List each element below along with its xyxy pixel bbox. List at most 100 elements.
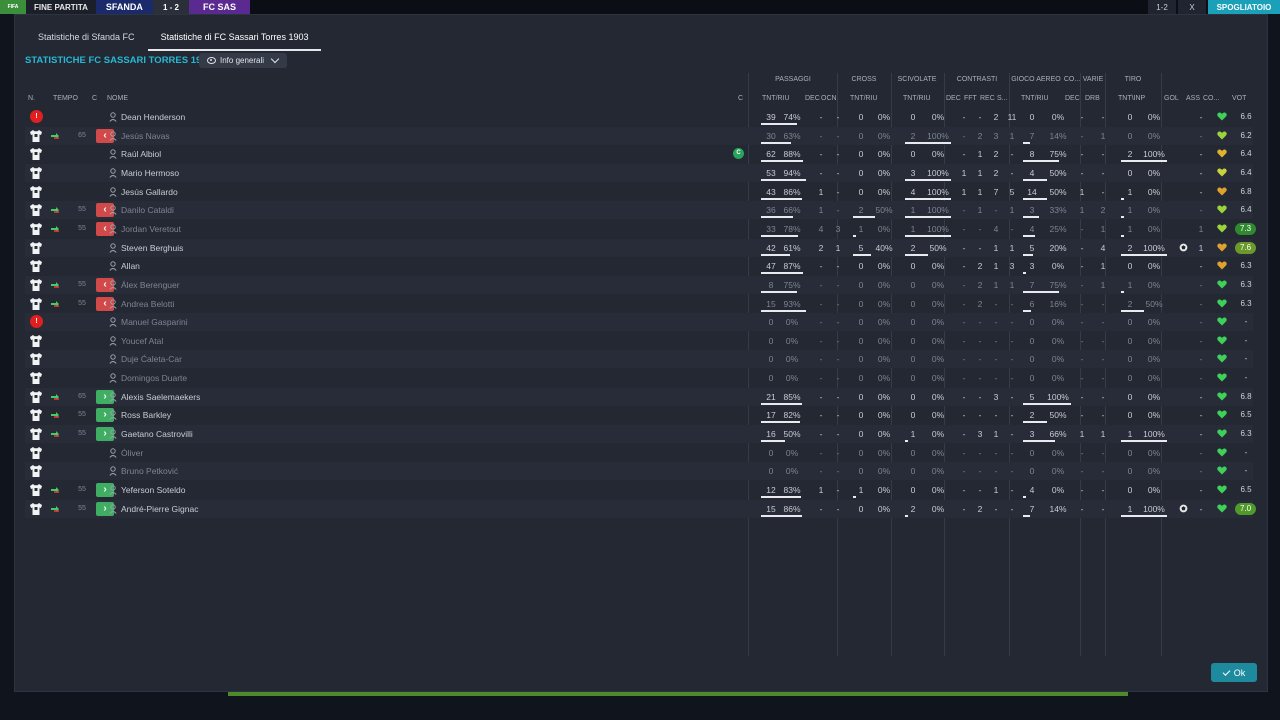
header-con-rec[interactable]: REC [980, 95, 995, 102]
score-mini-button[interactable]: 1-2 [1148, 0, 1176, 14]
tab-sfanda-stats[interactable]: Statistiche di Sfanda FC [25, 25, 148, 51]
player-name[interactable]: Domingos Duarte [121, 369, 421, 387]
tackle-ratio: 0% [931, 298, 945, 309]
header-c2: C [738, 95, 744, 102]
header-con-dec[interactable]: DEC [946, 95, 961, 102]
table-row[interactable]: Duje Ćaleta-Car 0 0% - - 0 0% 0 0% - - - - 0 0% - - 0 0% - - [25, 350, 1253, 369]
shot-attempts: 0 [1127, 373, 1133, 384]
header-gol[interactable]: GOL [1164, 95, 1179, 102]
cross-attempts: 0 [858, 447, 864, 458]
table-row[interactable]: › 55 Ross Barkley 17 82% - -0 0% 0 0% - - - -2 50% - -0 0… [25, 406, 1253, 424]
player-name[interactable]: André-Pierre Gignac [121, 500, 421, 518]
player-name[interactable]: Raúl Albiol [121, 145, 421, 163]
header-co-dec[interactable]: DEC [1065, 95, 1080, 102]
shirt-icon [29, 203, 43, 217]
table-row[interactable]: › 55 André-Pierre Gignac 15 86% - -0 0% 2 0% -2- -7… [25, 499, 1257, 518]
close-mini-button[interactable]: X [1178, 0, 1206, 14]
person-icon [109, 280, 117, 290]
shot-ratio: 0% [1147, 466, 1161, 477]
table-row[interactable]: Youcef Atal 0 0% - - 0 0% 0 0% - - - - 0 0% - - 0 0% - - [25, 332, 1253, 350]
shirt-icon [29, 390, 43, 404]
table-row[interactable]: › 55 Yeferson Soteldo 12 83% 1-1 0% 0 0% - -1-4 0% -… [25, 481, 1253, 499]
header-con-fft[interactable]: FFT [964, 95, 977, 102]
duel-rec: 1 [993, 429, 999, 440]
player-name[interactable]: Andrea Belotti [121, 295, 421, 313]
player-name[interactable]: Óliver [121, 444, 421, 462]
group-varie: VARIE [1082, 76, 1104, 83]
player-name[interactable]: Ross Barkley [121, 406, 421, 424]
header-ass[interactable]: ASS [1186, 95, 1200, 102]
player-name[interactable]: Álex Berenguer [121, 276, 421, 294]
cross-attempts: 0 [858, 373, 864, 384]
table-row[interactable]: ‹ 65 Jesús Navas 30 63% - -0 0% 2 100% -2 3 1 7 14% -1 0… [25, 126, 1253, 145]
header-aereo-tnt[interactable]: TNT/RIU [1021, 95, 1049, 102]
player-name[interactable]: Gaetano Castrovilli [121, 425, 421, 443]
duel-fft: 1 [977, 186, 983, 197]
duel-fft: - [978, 447, 982, 458]
player-name[interactable]: Jesús Gallardo [121, 183, 421, 201]
header-nome[interactable]: NOME [107, 95, 128, 102]
table-row[interactable]: Mario Hermoso 53 94% - -0 0% 3 100% 1 1 2-4 50% - -0 0… [25, 163, 1253, 182]
co-dec: - [1080, 112, 1084, 122]
header-varie-drb[interactable]: DRB [1085, 95, 1100, 102]
table-row[interactable]: › 65 Alexis Saelemaekers 21 85% - -0 0% 0 0% - -3-5… [25, 387, 1253, 406]
cross-ratio: 0% [877, 112, 891, 122]
player-name[interactable]: Mario Hermoso [121, 164, 421, 182]
header-con-s[interactable]: S... [997, 95, 1008, 102]
table-row[interactable]: Jesús Gallardo 43 86% 1-0 0% 4 100% 1 1 7 5 14 50% 1-… [25, 183, 1253, 201]
table-row[interactable]: Raúl Albiol C 62 88% - -0 0% 0 0% -1 2-8 75% - -2 100%… [25, 145, 1253, 163]
dribbles: 1 [1100, 130, 1106, 141]
header-pass-ocn[interactable]: OCN [821, 95, 837, 102]
table-row[interactable]: Allan 47 87% - -0 0% 0 0% -2 1 3 3 0% -1 0 0% -6.3 [25, 257, 1253, 275]
tackle-ratio: 50% [929, 242, 947, 253]
player-name[interactable]: Duje Ćaleta-Car [121, 350, 421, 368]
tackle-bar [905, 178, 951, 181]
table-row[interactable]: ‹ 55 Álex Berenguer 8 75% - -0 0% 0 0% -2 1 1 7 75% -1 1… [25, 275, 1253, 294]
co-dec: - [1080, 279, 1084, 290]
table-row[interactable]: Óliver 0 0% - - 0 0% 0 0% - - - - 0 0% - - 0 0% - - [25, 444, 1253, 462]
tackle-attempts: 0 [910, 112, 916, 122]
table-row[interactable]: ‹ 55 Andrea Belotti 15 93% - -0 0% 0 0% -2- -6 16% - -… [25, 295, 1253, 313]
condition-heart-icon [1217, 131, 1227, 140]
player-name[interactable]: Jordan Veretout [121, 220, 421, 238]
ok-button[interactable]: Ok [1211, 663, 1257, 682]
table-row[interactable]: ‹ 55 Danilo Cataldi 36 66% 1-2 50% 1 100% -1-1 3 33… [25, 201, 1253, 220]
player-name[interactable]: Dean Henderson [121, 108, 421, 126]
table-row[interactable]: Bruno Petković 0 0% - - 0 0% 0 0% - - - - 0 0% - - 0 0% - - [25, 462, 1253, 481]
player-name[interactable]: Yeferson Soteldo [121, 481, 421, 499]
table-row[interactable]: ‹ 55 Jordan Veretout 33 78% 4 3 1 0% 1 100% - -4-4 25… [25, 220, 1257, 238]
minute [73, 369, 91, 387]
player-name[interactable]: Manuel Gasparini [121, 313, 421, 331]
header-sciv-tnt[interactable]: TNT/RIU [903, 95, 931, 102]
pass-ocn: - [836, 167, 840, 178]
cross-attempts: 0 [858, 130, 864, 141]
player-name[interactable]: Jesús Navas [121, 127, 421, 145]
table-row[interactable]: ! Dean Henderson 39 74% - -0 0% 0 0% - -2 11 0 0% - -0 0… [25, 108, 1253, 126]
header-co2[interactable]: CO... [1203, 95, 1219, 102]
assists: - [1199, 410, 1203, 421]
player-name[interactable]: Youcef Atal [121, 332, 421, 350]
duel-rec: - [994, 354, 998, 365]
table-row[interactable]: ! Manuel Gasparini 0 0% - - 0 0% 0 0% - - - - 0 0% - - 0 0%… [25, 313, 1253, 332]
duel-rec: 7 [993, 186, 999, 197]
header-cross-tnt[interactable]: TNT/RIU [850, 95, 878, 102]
player-name[interactable]: Steven Berghuis [121, 239, 421, 257]
table-row[interactable]: › 55 Gaetano Castrovilli 16 50% - -0 0% 1 0% -3 1-3… [25, 425, 1253, 444]
header-vot[interactable]: VOT [1232, 95, 1246, 102]
header-pass-tnt[interactable]: TNT/RIU [762, 95, 790, 102]
duel-rec: - [994, 447, 998, 458]
dressing-room-button[interactable]: SPOGLIATOIO [1208, 0, 1280, 14]
header-tiro-tnt[interactable]: TNT\INP [1118, 95, 1145, 102]
table-row[interactable]: Steven Berghuis 42 61% 2 1 5 40% 2 50% - -1 1 5 20% -4… [25, 238, 1257, 257]
player-name[interactable]: Danilo Cataldi [121, 201, 421, 219]
table-row[interactable]: Domingos Duarte 0 0% - - 0 0% 0 0% - - - - 0 0% - - 0 0% - - [25, 369, 1253, 387]
assists: - [1199, 373, 1203, 384]
tab-sassari-stats[interactable]: Statistiche di FC Sassari Torres 1903 [147, 25, 322, 51]
player-name[interactable]: Alexis Saelemaekers [121, 388, 421, 406]
cross-bar [853, 253, 871, 256]
view-dropdown[interactable]: Info generali [199, 53, 287, 68]
player-name[interactable]: Bruno Petković [121, 462, 421, 480]
player-rating: - [1244, 373, 1248, 383]
header-pass-dec[interactable]: DEC [805, 95, 820, 102]
player-name[interactable]: Allan [121, 257, 421, 275]
